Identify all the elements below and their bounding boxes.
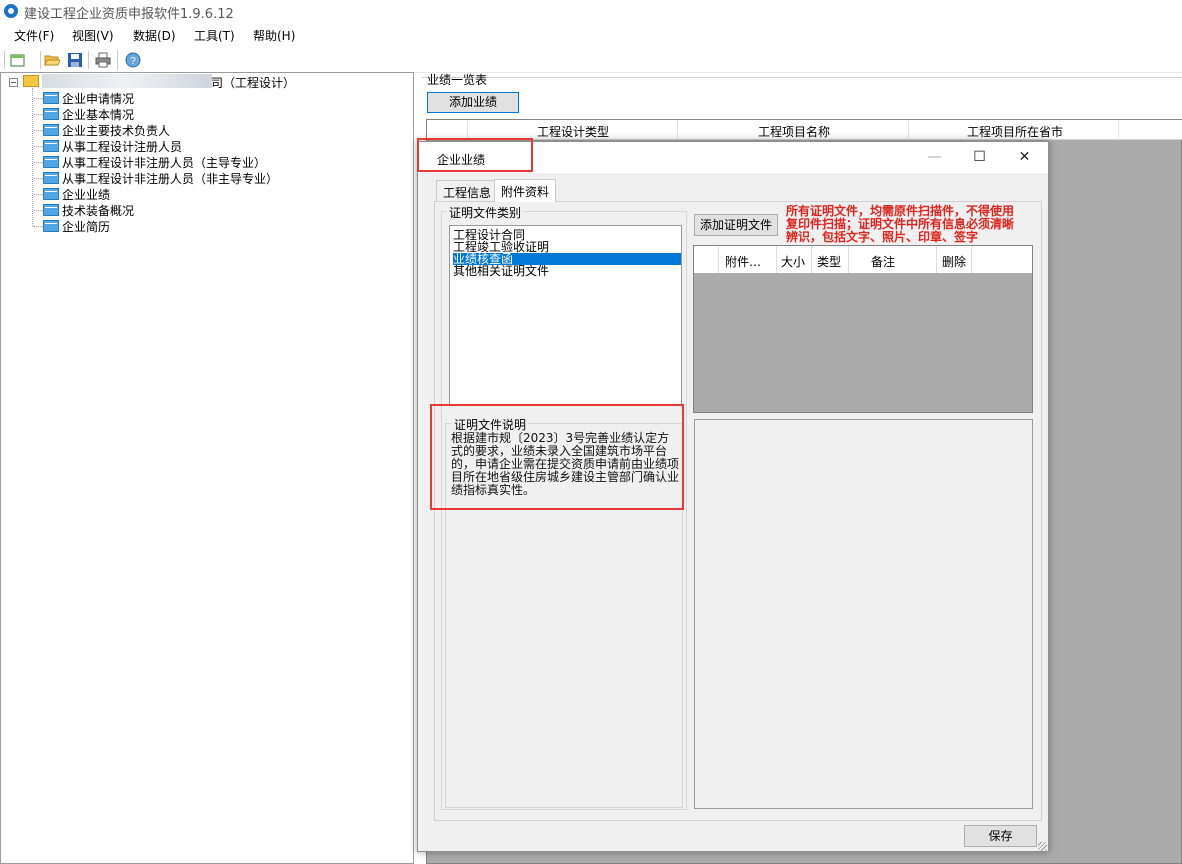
category-group-label: 证明文件类别 — [447, 204, 524, 221]
tree-connector — [33, 114, 43, 115]
help-icon[interactable]: ? — [125, 52, 141, 68]
table-icon — [43, 204, 59, 216]
performance-grid-header: 工程设计类型 工程项目名称 工程项目所在省市 — [427, 120, 1182, 140]
print-icon[interactable] — [95, 52, 111, 68]
tree-item-label: 企业申请情况 — [62, 92, 135, 106]
tree-item-label: 从事工程设计非注册人员（非主导专业） — [62, 172, 279, 186]
tree-item-label: 企业基本情况 — [62, 108, 135, 122]
table-icon — [43, 140, 59, 152]
tree-item-label: 企业主要技术负责人 — [62, 124, 171, 138]
highlight-box — [430, 404, 684, 510]
app-logo-icon — [4, 4, 18, 18]
maximize-button[interactable]: ☐ — [957, 142, 1002, 172]
collapse-toggle-icon[interactable]: − — [9, 78, 18, 87]
menu-data[interactable]: 数据(D) — [133, 27, 176, 44]
tree-connector — [33, 130, 43, 131]
menu-tools[interactable]: 工具(T) — [194, 27, 235, 44]
column-separator — [467, 120, 468, 140]
add-performance-button[interactable]: 添加业绩 — [427, 92, 519, 113]
close-button[interactable]: ✕ — [1002, 142, 1047, 172]
tree-connector — [33, 146, 43, 147]
tree-item-equipment[interactable]: 技术装备概况 — [33, 202, 393, 218]
toolbar-separator — [117, 51, 118, 69]
app-title-bar: 建设工程企业资质申报软件1.9.6.12 — [0, 0, 1182, 24]
table-icon — [43, 188, 59, 200]
column-separator — [811, 246, 812, 273]
menu-view[interactable]: 视图(V) — [72, 27, 114, 44]
tree-connector — [33, 162, 43, 163]
save-button[interactable]: 保存 — [964, 825, 1037, 847]
tree-item-label: 企业业绩 — [62, 188, 111, 202]
attachment-preview — [694, 419, 1033, 809]
column-project-location[interactable]: 工程项目所在省市 — [967, 123, 1063, 140]
toolbar-separator — [88, 51, 89, 69]
tree-item-basic-info[interactable]: 企业基本情况 — [33, 106, 393, 122]
table-icon — [43, 92, 59, 104]
highlight-box — [417, 138, 533, 172]
column-separator — [848, 246, 849, 273]
tree-item-non-registered-main[interactable]: 从事工程设计非注册人员（主导专业） — [33, 154, 393, 170]
table-icon — [43, 156, 59, 168]
tree-connector — [33, 178, 43, 179]
table-icon — [43, 220, 59, 232]
tree-connector — [33, 210, 43, 211]
tab-project-info[interactable]: 工程信息 — [436, 180, 499, 201]
add-certificate-button[interactable]: 添加证明文件 — [694, 214, 778, 236]
tree-item-tech-lead[interactable]: 企业主要技术负责人 — [33, 122, 393, 138]
redacted-company-name — [42, 74, 212, 88]
app-title: 建设工程企业资质申报软件1.9.6.12 — [24, 7, 234, 22]
scan-requirement-warning: 所有证明文件，均需原件扫描件，不得使用复印件扫描；证明文件中所有信息必须清晰辨识… — [786, 204, 1015, 244]
column-separator — [718, 246, 719, 273]
menu-file[interactable]: 文件(F) — [14, 27, 54, 44]
tree-item-label: 从事工程设计注册人员 — [62, 140, 183, 154]
column-delete[interactable]: 删除 — [942, 253, 966, 270]
tree-item-label: 企业简历 — [62, 220, 111, 234]
tree-item-label: 技术装备概况 — [62, 204, 135, 218]
minimize-button[interactable]: — — [912, 142, 957, 172]
tree-item-profile[interactable]: 企业简历 — [33, 218, 393, 234]
column-size[interactable]: 大小 — [781, 253, 805, 270]
tree-connector — [33, 226, 43, 227]
table-icon — [43, 108, 59, 120]
column-separator — [908, 120, 909, 140]
column-design-type[interactable]: 工程设计类型 — [537, 123, 609, 140]
tree-root-label[interactable]: 司（工程设计） — [211, 74, 295, 91]
svg-text:?: ? — [130, 56, 136, 67]
toolbar-separator — [40, 51, 41, 69]
tree-connector — [33, 98, 43, 99]
folder-icon — [23, 75, 39, 87]
column-separator — [1118, 120, 1119, 140]
tree-item-application[interactable]: 企业申请情况 — [33, 90, 393, 106]
toolbar: ? — [0, 47, 1182, 109]
toolbar-separator — [4, 51, 5, 69]
column-attachment[interactable]: 附件… — [725, 253, 761, 270]
save-icon[interactable] — [67, 52, 83, 68]
column-type[interactable]: 类型 — [817, 253, 841, 270]
column-separator — [971, 246, 972, 273]
column-separator — [776, 246, 777, 273]
performance-list-label: 业绩一览表 — [427, 73, 488, 87]
category-list[interactable]: 工程设计合同 工程竣工验收证明 业绩核查函 其他相关证明文件 — [449, 225, 682, 405]
tree-item-non-registered-other[interactable]: 从事工程设计非注册人员（非主导专业） — [33, 170, 393, 186]
table-icon — [43, 172, 59, 184]
open-folder-icon[interactable] — [44, 52, 60, 68]
new-icon[interactable] — [10, 52, 26, 68]
tree-item-registered-staff[interactable]: 从事工程设计注册人员 — [33, 138, 393, 154]
table-icon — [43, 124, 59, 136]
tree-item-label: 从事工程设计非注册人员（主导专业） — [62, 156, 267, 170]
menu-bar: 文件(F) 视图(V) 数据(D) 工具(T) 帮助(H) — [0, 24, 1182, 46]
tree-connector — [33, 194, 43, 195]
tree-item-performance[interactable]: 企业业绩 — [33, 186, 393, 202]
column-separator — [936, 246, 937, 273]
column-separator — [677, 120, 678, 140]
menu-help[interactable]: 帮助(H) — [253, 27, 295, 44]
column-project-name[interactable]: 工程项目名称 — [758, 123, 830, 140]
column-remark[interactable]: 备注 — [871, 253, 895, 270]
resize-grip-icon[interactable] — [1038, 842, 1047, 851]
tab-attachments[interactable]: 附件资料 — [494, 179, 557, 202]
category-item-other[interactable]: 其他相关证明文件 — [453, 265, 681, 277]
